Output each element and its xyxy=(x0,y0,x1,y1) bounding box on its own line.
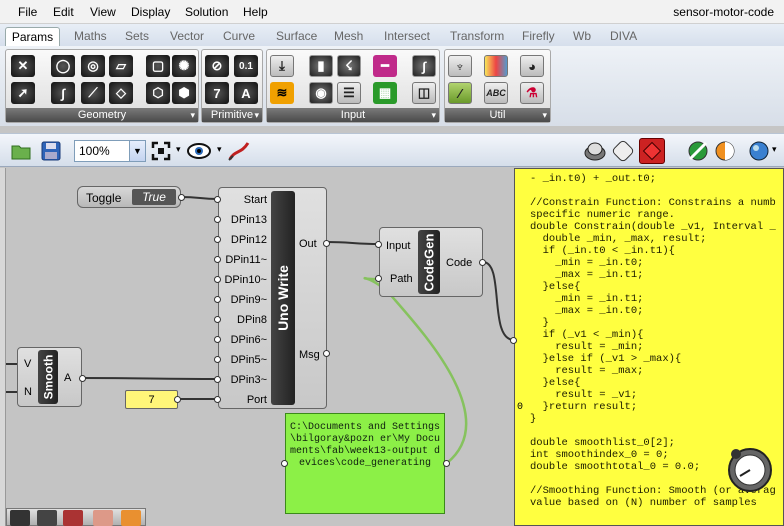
grip-dpin6[interactable] xyxy=(214,336,221,343)
input-dpin12[interactable]: DPin12 xyxy=(219,234,267,246)
input-dpin10[interactable]: DPin10~ xyxy=(219,274,267,286)
grip-port-panel[interactable] xyxy=(174,396,181,403)
uno-write-title: Uno Write xyxy=(271,191,295,405)
wire-out-input xyxy=(326,241,380,245)
undo-history-icon[interactable] xyxy=(93,510,113,526)
input-dpin13[interactable]: DPin13 xyxy=(219,214,267,226)
input-dpin3[interactable]: DPin3~ xyxy=(219,374,267,386)
output-a[interactable]: A xyxy=(64,372,71,384)
grip-start[interactable] xyxy=(214,196,221,203)
wire-smooth-dpin3 xyxy=(82,377,219,380)
next-icon[interactable] xyxy=(63,510,83,526)
port-number-panel[interactable]: 7 xyxy=(125,390,178,409)
input-dpin5[interactable]: DPin5~ xyxy=(219,354,267,366)
wire-toggle-start xyxy=(180,196,219,200)
output-code[interactable]: Code xyxy=(446,257,472,269)
path-panel[interactable]: C:\Documents and Settings\bilgoray&pozn … xyxy=(285,413,445,514)
input-dpin9[interactable]: DPin9~ xyxy=(219,294,267,306)
codegen-component[interactable]: Input Path CodeGen Code xyxy=(379,227,483,297)
grip-dpin10[interactable] xyxy=(214,276,221,283)
grip-dpin13[interactable] xyxy=(214,216,221,223)
input-start[interactable]: Start xyxy=(219,194,267,206)
grasshopper-window: File Edit View Display Solution Help sen… xyxy=(0,0,784,526)
codegen-title: CodeGen xyxy=(418,230,440,294)
input-n[interactable]: N xyxy=(24,386,32,398)
smooth-component[interactable]: V N Smooth A xyxy=(17,347,82,407)
grip-path[interactable] xyxy=(375,275,382,282)
grip-path-panel-out[interactable] xyxy=(443,460,450,467)
grip-code[interactable] xyxy=(479,259,486,266)
undo-icon[interactable] xyxy=(10,510,30,526)
grip-input[interactable] xyxy=(375,241,382,248)
uno-write-component[interactable]: Uno Write Start DPin13 DPin12 DPin11~ DP… xyxy=(218,187,327,409)
toggle-label: Toggle xyxy=(86,191,122,205)
canvas-status-bar xyxy=(6,508,146,526)
grip-dpin11[interactable] xyxy=(214,256,221,263)
grip-dpin12[interactable] xyxy=(214,236,221,243)
download-icon[interactable] xyxy=(37,510,57,526)
grip-dpin9[interactable] xyxy=(214,296,221,303)
grip-path-panel-in[interactable] xyxy=(281,460,288,467)
grip-msg[interactable] xyxy=(323,350,330,357)
grip-smooth-a[interactable] xyxy=(79,375,86,382)
code-line-number: 0 xyxy=(517,402,524,413)
toggle-output-grip[interactable] xyxy=(178,194,185,201)
input-dpin11[interactable]: DPin11~ xyxy=(219,254,267,266)
input-input[interactable]: Input xyxy=(386,240,410,252)
port-value: 7 xyxy=(148,394,155,406)
input-path[interactable]: Path xyxy=(390,273,413,285)
grip-dpin5[interactable] xyxy=(214,356,221,363)
grip-dpin3[interactable] xyxy=(214,376,221,383)
output-out[interactable]: Out xyxy=(299,238,317,250)
input-dpin8[interactable]: DPin8 xyxy=(219,314,267,326)
toggle-component[interactable]: Toggle True xyxy=(77,186,185,208)
input-port[interactable]: Port xyxy=(219,394,267,406)
output-msg[interactable]: Msg xyxy=(299,349,320,361)
navigation-dial-icon[interactable] xyxy=(726,446,774,494)
graph-history-icon[interactable] xyxy=(121,510,141,526)
grip-code-panel-in[interactable] xyxy=(510,337,517,344)
smooth-title: Smooth xyxy=(38,350,58,404)
grip-dpin8[interactable] xyxy=(214,316,221,323)
input-dpin6[interactable]: DPin6~ xyxy=(219,334,267,346)
toggle-value[interactable]: True xyxy=(132,189,176,205)
grip-out[interactable] xyxy=(323,240,330,247)
wire-code-panel xyxy=(482,261,515,341)
grip-port[interactable] xyxy=(214,396,221,403)
path-text: C:\Documents and Settings\bilgoray&pozn … xyxy=(289,422,441,469)
input-v[interactable]: V xyxy=(24,358,31,370)
